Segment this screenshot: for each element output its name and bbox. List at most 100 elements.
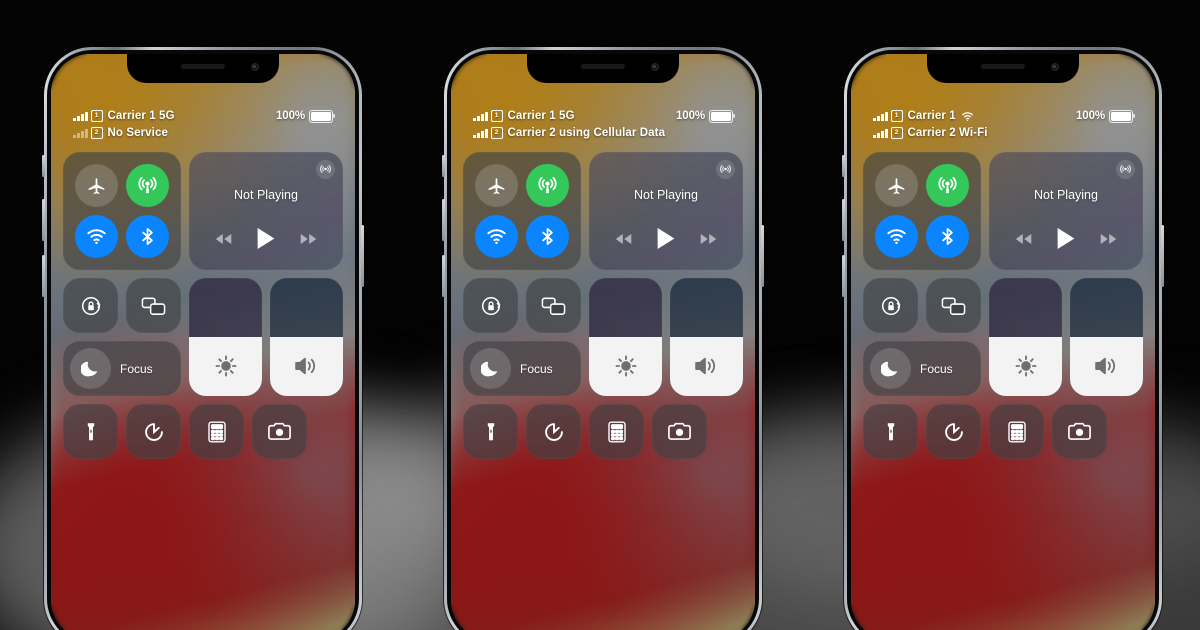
signal-bars-sim1 xyxy=(73,111,88,121)
screen-mirroring-toggle[interactable] xyxy=(126,278,181,333)
calculator-button[interactable] xyxy=(989,404,1044,459)
now-playing-module[interactable]: Not Playing xyxy=(189,152,343,270)
screen-mirroring-toggle[interactable] xyxy=(926,278,981,333)
now-playing-title: Not Playing xyxy=(234,188,298,202)
rotation-lock-icon xyxy=(881,296,900,315)
flashlight-button[interactable] xyxy=(63,404,118,459)
volume-slider[interactable] xyxy=(270,278,343,396)
moon-icon xyxy=(481,361,498,377)
wifi-icon xyxy=(887,229,906,245)
rotation-lock-toggle[interactable] xyxy=(63,278,118,333)
mute-switch[interactable] xyxy=(842,155,845,177)
brightness-slider-fill xyxy=(989,337,1062,396)
camera-button[interactable] xyxy=(252,404,307,459)
power-button[interactable] xyxy=(761,225,764,287)
camera-button[interactable] xyxy=(652,404,707,459)
screen-mirroring-toggle[interactable] xyxy=(526,278,581,333)
timer-button[interactable] xyxy=(526,404,581,459)
bluetooth-toggle[interactable] xyxy=(526,215,569,258)
wifi-status-icon xyxy=(961,111,973,121)
focus-label: Focus xyxy=(520,361,553,376)
timer-button[interactable] xyxy=(126,404,181,459)
volume-up-button[interactable] xyxy=(842,199,845,241)
calculator-button[interactable] xyxy=(589,404,644,459)
phone-frame: 1 Carrier 1 5G 100% 2 Carrier 2 using Ce xyxy=(444,47,762,630)
phone-screen: 1 Carrier 1 100% 2 Carrier 2 Wi-Fi Not P… xyxy=(851,54,1155,630)
front-camera-icon xyxy=(251,63,259,71)
scene-root: 1 Carrier 1 5G 100% 2 No Service Not Pla… xyxy=(0,0,1200,630)
signal-bars-sim1 xyxy=(873,111,888,121)
brightness-slider[interactable] xyxy=(989,278,1062,396)
play-button[interactable] xyxy=(656,227,676,250)
volume-down-button[interactable] xyxy=(442,255,445,297)
rotation-lock-icon xyxy=(81,296,100,315)
airplane-mode-toggle[interactable] xyxy=(475,164,518,207)
cellular-data-toggle[interactable] xyxy=(926,164,969,207)
cellular-data-toggle[interactable] xyxy=(526,164,569,207)
now-playing-module[interactable]: Not Playing xyxy=(589,152,743,270)
play-icon xyxy=(257,228,275,249)
moon-icon xyxy=(881,361,898,377)
airplane-mode-toggle[interactable] xyxy=(75,164,118,207)
flashlight-icon xyxy=(887,422,894,440)
power-button[interactable] xyxy=(1161,225,1164,287)
camera-icon xyxy=(268,422,291,440)
airplane-mode-toggle[interactable] xyxy=(875,164,918,207)
focus-toggle[interactable]: Focus xyxy=(63,341,181,396)
play-button[interactable] xyxy=(1056,227,1076,250)
cellular-data-toggle[interactable] xyxy=(126,164,169,207)
rewind-icon xyxy=(215,233,232,244)
notch xyxy=(527,54,679,83)
signal-bars-sim2 xyxy=(873,128,888,138)
focus-toggle[interactable]: Focus xyxy=(863,341,981,396)
rotation-lock-icon xyxy=(481,296,500,315)
bluetooth-toggle[interactable] xyxy=(926,215,969,258)
volume-up-button[interactable] xyxy=(442,199,445,241)
mute-switch[interactable] xyxy=(442,155,445,177)
brightness-slider[interactable] xyxy=(589,278,662,396)
camera-button[interactable] xyxy=(1052,404,1107,459)
wifi-toggle[interactable] xyxy=(475,215,518,258)
wifi-toggle[interactable] xyxy=(875,215,918,258)
calculator-button[interactable] xyxy=(189,404,244,459)
signal-bars-sim2 xyxy=(473,128,488,138)
airplane-icon xyxy=(88,178,105,194)
volume-slider[interactable] xyxy=(1070,278,1143,396)
wifi-toggle[interactable] xyxy=(75,215,118,258)
forward-button[interactable] xyxy=(700,233,717,245)
volume-down-button[interactable] xyxy=(42,255,45,297)
rotation-lock-toggle[interactable] xyxy=(863,278,918,333)
volume-up-button[interactable] xyxy=(42,199,45,241)
carrier-label-1: Carrier 1 5G xyxy=(107,110,175,122)
focus-toggle[interactable]: Focus xyxy=(463,341,581,396)
timer-button[interactable] xyxy=(926,404,981,459)
flashlight-button[interactable] xyxy=(863,404,918,459)
airplay-icon[interactable] xyxy=(1116,160,1135,179)
bluetooth-toggle[interactable] xyxy=(126,215,169,258)
volume-down-button[interactable] xyxy=(842,255,845,297)
power-button[interactable] xyxy=(361,225,364,287)
forward-button[interactable] xyxy=(300,233,317,245)
forward-button[interactable] xyxy=(1100,233,1117,245)
play-button[interactable] xyxy=(256,227,276,250)
volume-icon xyxy=(695,357,716,374)
airplay-icon[interactable] xyxy=(316,160,335,179)
forward-icon xyxy=(700,233,717,244)
airplay-icon[interactable] xyxy=(716,160,735,179)
battery-percent: 100% xyxy=(1075,110,1105,122)
volume-slider[interactable] xyxy=(670,278,743,396)
rewind-button[interactable] xyxy=(215,233,232,245)
rewind-button[interactable] xyxy=(615,233,632,245)
screen-mirroring-icon xyxy=(141,297,166,315)
camera-icon xyxy=(1068,422,1091,440)
now-playing-module[interactable]: Not Playing xyxy=(989,152,1143,270)
carrier-label-2: Carrier 2 using Cellular Data xyxy=(507,127,666,139)
mute-switch[interactable] xyxy=(42,155,45,177)
carrier-label-2: Carrier 2 Wi-Fi xyxy=(907,127,988,139)
flashlight-button[interactable] xyxy=(463,404,518,459)
volume-icon xyxy=(1095,357,1116,374)
rotation-lock-toggle[interactable] xyxy=(463,278,518,333)
brightness-slider[interactable] xyxy=(189,278,262,396)
rewind-button[interactable] xyxy=(1015,233,1032,245)
shortcuts-row xyxy=(63,404,343,459)
